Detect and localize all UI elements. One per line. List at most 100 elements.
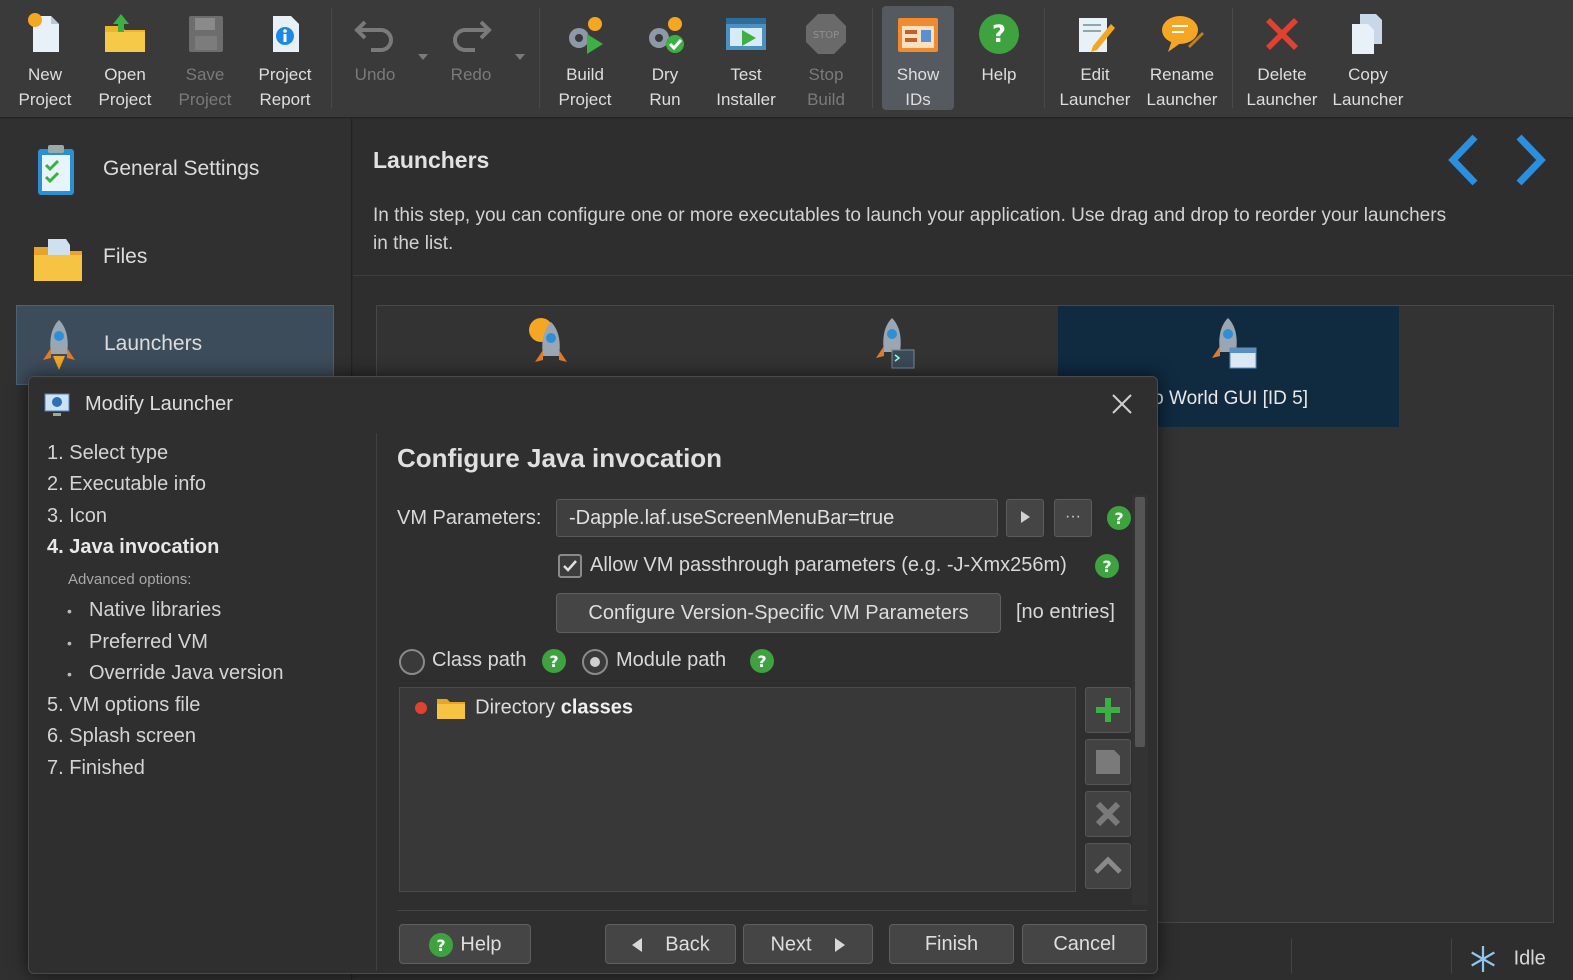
svg-text:?: ? (1114, 509, 1123, 528)
new-project-icon (28, 13, 59, 52)
copy-launcher-button[interactable]: Copy Launcher (1328, 6, 1408, 110)
step-icon[interactable]: 3. Icon (47, 505, 107, 528)
edit-pencil-icon (1079, 18, 1115, 52)
move-up-button[interactable] (1085, 843, 1131, 889)
edit-entry-button[interactable] (1085, 739, 1131, 785)
help-icon[interactable]: ? (1106, 505, 1132, 531)
help-icon[interactable]: ? (541, 648, 567, 674)
vm-passthrough-label: Allow VM passthrough parameters (e.g. -J… (590, 554, 1067, 576)
redo-icon (453, 20, 492, 52)
test-installer-label: Test Installer (716, 65, 776, 109)
status-text: Idle (1513, 947, 1546, 970)
section-heading: Configure Java invocation (397, 443, 723, 473)
back-button[interactable]: Back (605, 924, 736, 964)
stop-sign-icon: STOP (806, 14, 846, 54)
svg-text:?: ? (992, 20, 1006, 48)
rocket-sun-icon (529, 318, 567, 362)
module-path-label: Module path (616, 649, 727, 671)
stop-build-button[interactable]: STOP Stop Build (790, 6, 862, 110)
open-project-label: Open Project (98, 65, 152, 109)
delete-launcher-button[interactable]: Delete Launcher (1242, 6, 1322, 110)
module-path-radio[interactable] (582, 649, 608, 675)
undo-dropdown-arrow-icon[interactable] (418, 54, 428, 60)
remove-entry-button[interactable] (1085, 791, 1131, 837)
rename-launcher-button[interactable]: Rename Launcher (1140, 6, 1224, 110)
vm-passthrough-checkbox[interactable] (558, 554, 582, 578)
help-icon[interactable]: ? (749, 648, 775, 674)
step-native-libraries[interactable]: • Native libraries (67, 599, 221, 622)
project-report-button[interactable]: Project Report (250, 6, 320, 110)
build-gears-icon (569, 17, 603, 54)
help-icon: ? (979, 14, 1019, 54)
test-installer-button[interactable]: Test Installer (710, 6, 782, 110)
vm-parameters-label: VM Parameters: (397, 507, 542, 529)
nav-item-launchers[interactable]: Launchers (16, 305, 334, 385)
vm-parameters-input[interactable]: -Dapple.laf.useScreenMenuBar=true (556, 499, 998, 537)
delete-x-icon (1266, 18, 1298, 50)
stop-build-label: Stop Build (807, 65, 845, 109)
finish-button[interactable]: Finish (889, 924, 1014, 964)
vm-parameters-more-button[interactable]: ··· (1054, 499, 1092, 537)
module-path-list[interactable]: Directory classes (399, 687, 1076, 892)
help-button-label: Help (460, 933, 502, 956)
step-label: Preferred VM (89, 631, 208, 653)
help-toolbar-button[interactable]: ? Help (964, 6, 1034, 110)
configure-version-specific-button[interactable]: Configure Version-Specific VM Parameters (556, 593, 1001, 633)
statusbar-separator (1291, 939, 1292, 973)
next-arrow-icon[interactable] (1511, 133, 1551, 187)
show-ids-button[interactable]: Show IDs (882, 6, 954, 110)
entry-type: Directory (475, 696, 556, 719)
remove-x-icon (1095, 801, 1121, 827)
redo-dropdown-arrow-icon[interactable] (515, 54, 525, 60)
snowflake-icon (1471, 946, 1495, 972)
back-button-label: Back (665, 933, 710, 956)
save-project-button[interactable]: Save Project (170, 6, 240, 110)
toolbar-separator (1044, 8, 1045, 108)
dry-run-gears-icon (649, 17, 684, 53)
save-project-label: Save Project (178, 65, 232, 109)
rename-launcher-label: Rename Launcher (1146, 65, 1218, 109)
step-select-type[interactable]: 1. Select type (47, 442, 168, 465)
close-icon[interactable] (1107, 389, 1137, 419)
nav-item-general-settings[interactable]: General Settings (16, 131, 334, 211)
svg-text:?: ? (549, 652, 558, 671)
edit-document-icon (1096, 750, 1120, 774)
cancel-button[interactable]: Cancel (1022, 924, 1147, 964)
redo-button[interactable]: Redo (436, 6, 506, 110)
undo-icon (354, 20, 393, 52)
redo-label: Redo (450, 65, 492, 84)
toolbar-separator (872, 8, 873, 108)
step-executable-info[interactable]: 2. Executable info (47, 473, 206, 496)
list-item[interactable]: Directory classes (414, 696, 633, 720)
step-override-java-version[interactable]: • Override Java version (67, 662, 284, 685)
help-icon: ? (429, 932, 454, 957)
dialog-monitor-icon (44, 393, 70, 416)
status-indicator: Idle (1468, 944, 1546, 974)
new-project-button[interactable]: New Project (10, 6, 80, 110)
help-toolbar-label: Help (981, 65, 1017, 84)
step-splash-screen[interactable]: 6. Splash screen (47, 725, 196, 748)
undo-button[interactable]: Undo (340, 6, 410, 110)
class-path-radio[interactable] (399, 649, 425, 675)
dialog-divider (376, 433, 377, 971)
step-java-invocation[interactable]: 4. Java invocation (47, 536, 219, 559)
dialog-scrollbar-thumb[interactable] (1135, 497, 1145, 747)
edit-launcher-button[interactable]: Edit Launcher (1056, 6, 1134, 110)
dry-run-button[interactable]: Dry Run (630, 6, 700, 110)
step-vm-options-file[interactable]: 5. VM options file (47, 694, 200, 717)
step-finished[interactable]: 7. Finished (47, 757, 145, 780)
help-button[interactable]: ? Help (399, 924, 531, 964)
open-project-button[interactable]: Open Project (90, 6, 160, 110)
nav-item-files[interactable]: Files (16, 219, 334, 299)
help-icon[interactable]: ? (1094, 553, 1120, 579)
dialog-title: Modify Launcher (85, 393, 233, 415)
vm-parameters-insert-button[interactable] (1006, 499, 1044, 537)
step-label: Native libraries (89, 599, 222, 621)
step-preferred-vm[interactable]: • Preferred VM (67, 631, 208, 654)
nav-item-label: Launchers (104, 332, 203, 355)
add-entry-button[interactable] (1085, 687, 1131, 733)
build-project-button[interactable]: Build Project (550, 6, 620, 110)
previous-arrow-icon[interactable] (1443, 133, 1483, 187)
next-button[interactable]: Next (743, 924, 873, 964)
version-specific-status: [no entries] (1016, 601, 1115, 623)
